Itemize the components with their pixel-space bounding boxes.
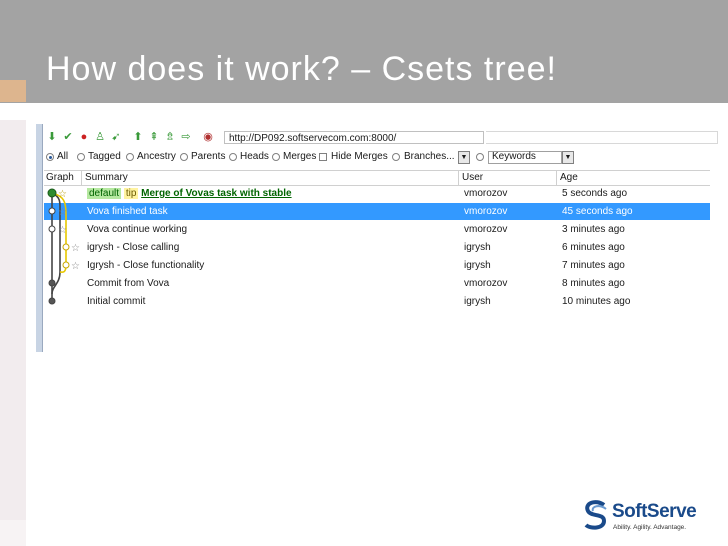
label-merges: Merges	[283, 151, 317, 162]
star-icon: ☆	[58, 225, 67, 236]
hg-workbench-screenshot: ⬇ ✔ ● ♙ ➹ ⬆ ⇞ ⇯ ⇨ ◉ http://DP092.softser…	[36, 124, 718, 352]
left-decor-strip-bottom	[0, 520, 26, 546]
url-input-extension	[486, 131, 718, 144]
star-icon: ☆	[58, 189, 67, 200]
table-row[interactable]: Igrysh - Close functionality igrysh 7 mi…	[44, 257, 710, 274]
row-summary: igrysh - Close calling	[87, 242, 180, 253]
graph-node[interactable]	[62, 261, 70, 269]
header-summary[interactable]: Summary	[85, 172, 128, 184]
url-input[interactable]: http://DP092.softservecom.com:8000/	[224, 131, 484, 144]
row-summary: Commit from Vova	[87, 278, 170, 289]
label-tagged: Tagged	[88, 151, 121, 162]
row-summary: default tip Merge of Vovas task with sta…	[87, 188, 292, 200]
table-row[interactable]: Vova continue working vmorozov 3 minutes…	[44, 221, 710, 238]
graph-node[interactable]	[48, 225, 56, 233]
table-row[interactable]: Vova finished task vmorozov 45 seconds a…	[44, 203, 710, 220]
row-summary: Igrysh - Close functionality	[87, 260, 205, 271]
row-user: vmorozov	[464, 278, 508, 289]
label-keywords: Keywords	[492, 151, 536, 162]
logo-tagline: Ability. Agility. Advantage.	[613, 524, 687, 531]
row-age: 8 minutes ago	[562, 278, 625, 289]
header-user[interactable]: User	[462, 172, 483, 184]
header-divider	[458, 171, 459, 185]
table-row[interactable]: Commit from Vova vmorozov 8 minutes ago	[44, 275, 710, 292]
row-age: 3 minutes ago	[562, 224, 625, 235]
row-user: vmorozov	[464, 188, 508, 199]
graph-node[interactable]	[48, 207, 56, 215]
changeset-graph: ☆ ☆ ☆ ☆ ☆	[47, 188, 80, 305]
softserve-logo: SoftServe Ability. Agility. Advantage.	[582, 497, 702, 537]
branches-dropdown-icon[interactable]: ▼	[458, 151, 470, 164]
header-divider	[81, 171, 82, 185]
title-accent	[0, 80, 26, 102]
row-age: 45 seconds ago	[562, 206, 633, 217]
row-summary: Initial commit	[87, 296, 146, 307]
toolbar: ⬇ ✔ ● ♙ ➹ ⬆ ⇞ ⇯ ⇨ ◉ http://DP092.softser…	[44, 128, 718, 148]
push-icon[interactable]: ⇯	[164, 131, 176, 143]
radio-tagged[interactable]	[77, 153, 85, 161]
incoming-icon[interactable]: ⇞	[148, 131, 160, 143]
label-branches: Branches...	[404, 151, 455, 162]
row-age: 10 minutes ago	[562, 296, 631, 307]
header-graph[interactable]: Graph	[46, 172, 74, 184]
tag-default-badge: default	[87, 188, 122, 199]
label-hide-merges: Hide Merges	[331, 151, 388, 162]
label-ancestry: Ancestry	[137, 151, 176, 162]
graph-node[interactable]	[48, 279, 56, 287]
star-icon: ☆	[71, 243, 80, 254]
checkmark-icon[interactable]: ✔	[62, 131, 74, 143]
stop-red-icon[interactable]: ◉	[202, 131, 214, 143]
row-user: igrysh	[464, 242, 491, 253]
table-row[interactable]: igrysh - Close calling igrysh 6 minutes …	[44, 239, 710, 256]
label-parents: Parents	[191, 151, 226, 162]
table-row[interactable]: default tip Merge of Vovas task with sta…	[44, 185, 710, 202]
filter-bar: All Tagged Ancestry Parents Heads Merges…	[44, 149, 710, 167]
header-age[interactable]: Age	[560, 172, 578, 184]
graph-node[interactable]	[62, 243, 70, 251]
row-age: 5 seconds ago	[562, 188, 628, 199]
row-age: 7 minutes ago	[562, 260, 625, 271]
forward-icon[interactable]: ➹	[110, 131, 122, 143]
person-icon[interactable]: ♙	[94, 131, 106, 143]
tag-tip-badge: tip	[123, 188, 139, 199]
hide-merges-checkbox[interactable]	[319, 153, 327, 161]
column-header: Graph Summary User Age	[44, 170, 710, 186]
radio-parents[interactable]	[180, 153, 188, 161]
row-user: vmorozov	[464, 206, 508, 217]
softserve-logo-icon	[584, 500, 607, 530]
table-row[interactable]: Initial commit igrysh 10 minutes ago	[44, 293, 710, 310]
logo-name: SoftServe	[612, 501, 697, 522]
radio-branches[interactable]	[392, 153, 400, 161]
panel-edge	[36, 124, 43, 352]
left-decor-strip	[0, 120, 26, 520]
row-summary: Vova continue working	[87, 224, 188, 235]
row-summary: Vova finished task	[87, 206, 168, 217]
label-heads: Heads	[240, 151, 269, 162]
slide-title: How does it work? – Csets tree!	[46, 50, 557, 88]
radio-ancestry[interactable]	[126, 153, 134, 161]
stop-icon[interactable]: ●	[78, 131, 90, 143]
row-user: vmorozov	[464, 224, 508, 235]
row-user: igrysh	[464, 296, 491, 307]
radio-keywords[interactable]	[476, 153, 484, 161]
arrow-up-icon[interactable]: ⬆	[132, 131, 144, 143]
keywords-dropdown-icon[interactable]: ▼	[562, 151, 574, 164]
radio-heads[interactable]	[229, 153, 237, 161]
radio-all[interactable]	[46, 153, 54, 161]
header-divider	[556, 171, 557, 185]
star-icon: ☆	[71, 261, 80, 272]
commit-summary: Merge of Vovas task with stable	[141, 188, 292, 199]
pull-icon[interactable]: ⇨	[180, 131, 192, 143]
star-icon: ☆	[58, 207, 67, 218]
arrow-down-green-icon[interactable]: ⬇	[46, 131, 58, 143]
graph-node[interactable]	[47, 188, 57, 198]
row-age: 6 minutes ago	[562, 242, 625, 253]
radio-merges[interactable]	[272, 153, 280, 161]
label-all: All	[57, 151, 69, 162]
graph-node[interactable]	[48, 297, 56, 305]
row-user: igrysh	[464, 260, 491, 271]
